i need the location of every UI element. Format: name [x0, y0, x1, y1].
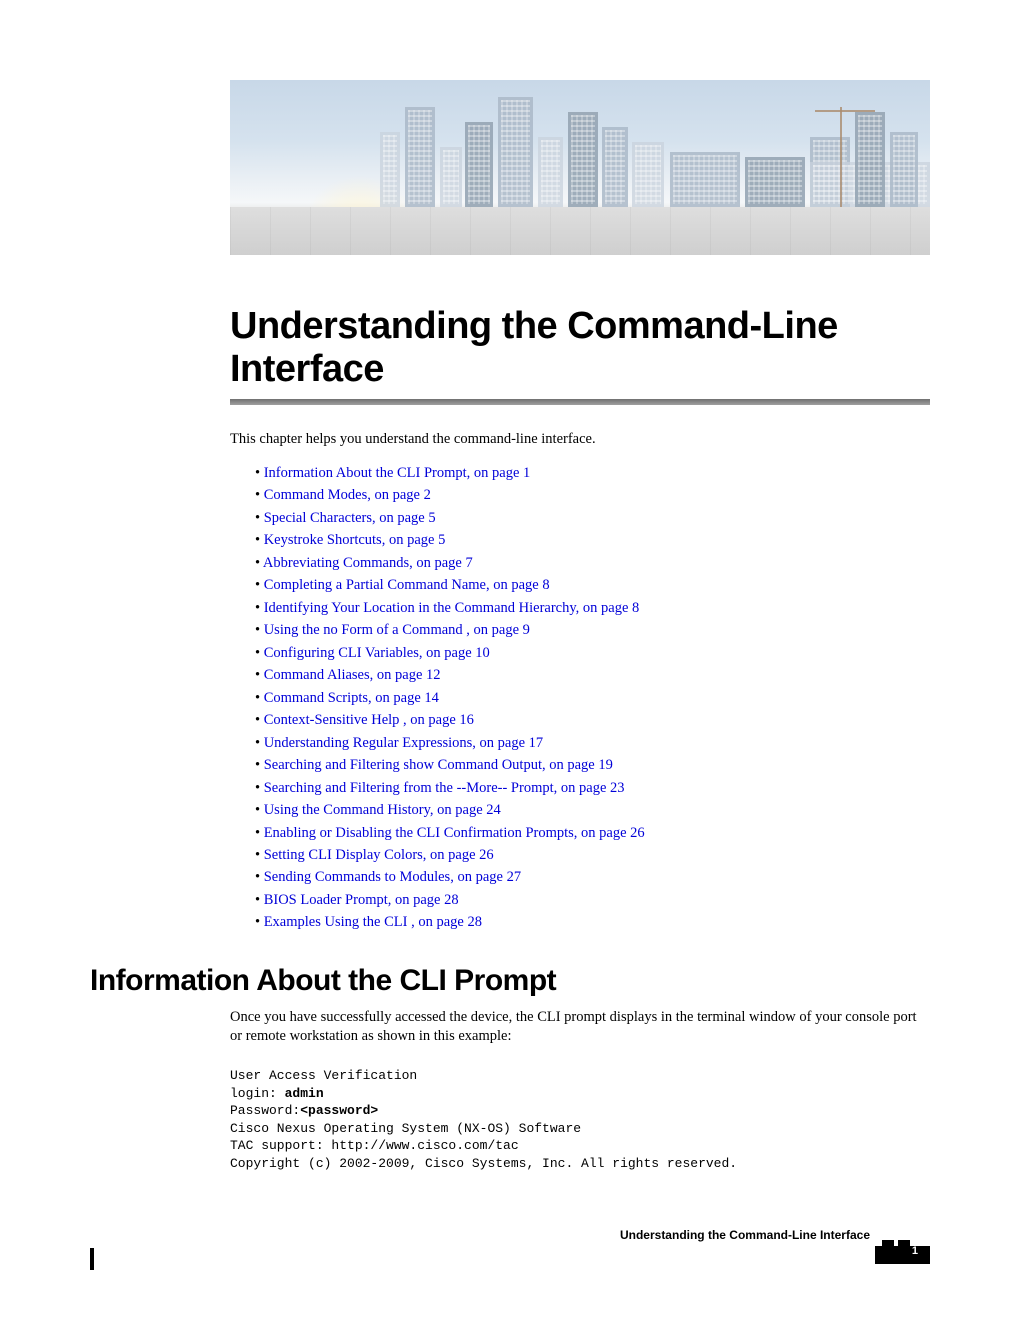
toc-link[interactable]: Enabling or Disabling the CLI Confirmati…: [264, 825, 645, 841]
chapter-banner-image: [230, 80, 930, 255]
toc-link[interactable]: BIOS Loader Prompt, on page 28: [264, 892, 459, 908]
toc-item: • Searching and Filtering from the --Mor…: [255, 777, 930, 799]
toc-item: • Context-Sensitive Help , on page 16: [255, 709, 930, 731]
toc-link[interactable]: Keystroke Shortcuts, on page 5: [264, 532, 446, 548]
toc-item: • Using the no Form of a Command , on pa…: [255, 619, 930, 641]
toc-item: • Command Aliases, on page 12: [255, 664, 930, 686]
title-divider: [230, 399, 930, 405]
chapter-title: Understanding the Command-Line Interface: [230, 305, 930, 391]
toc-link[interactable]: Searching and Filtering show Command Out…: [264, 757, 613, 773]
toc-link[interactable]: Command Scripts, on page 14: [264, 690, 439, 706]
toc-link[interactable]: Abbreviating Commands, on page 7: [263, 555, 473, 571]
toc-link[interactable]: Information About the CLI Prompt, on pag…: [264, 465, 531, 481]
toc-link[interactable]: Configuring CLI Variables, on page 10: [264, 645, 490, 661]
toc-item: • Abbreviating Commands, on page 7: [255, 552, 930, 574]
toc-link[interactable]: Identifying Your Location in the Command…: [264, 600, 640, 616]
toc-link[interactable]: Command Aliases, on page 12: [264, 667, 441, 683]
revision-bar: [90, 1248, 94, 1270]
toc-link[interactable]: Command Modes, on page 2: [264, 487, 431, 503]
toc-item: • Keystroke Shortcuts, on page 5: [255, 529, 930, 551]
toc-link[interactable]: Searching and Filtering from the --More-…: [264, 780, 625, 796]
code-example: User Access Verification login: admin Pa…: [230, 1067, 930, 1172]
toc-link[interactable]: Understanding Regular Expressions, on pa…: [264, 735, 543, 751]
chapter-intro: This chapter helps you understand the co…: [230, 431, 930, 448]
toc-item: • Sending Commands to Modules, on page 2…: [255, 866, 930, 888]
toc-item: • Understanding Regular Expressions, on …: [255, 732, 930, 754]
toc-link[interactable]: Using the Command History, on page 24: [264, 802, 501, 818]
toc-item: • Special Characters, on page 5: [255, 507, 930, 529]
page-footer: Understanding the Command-Line Interface…: [90, 1228, 930, 1268]
toc-item: • Identifying Your Location in the Comma…: [255, 597, 930, 619]
toc-link[interactable]: Completing a Partial Command Name, on pa…: [264, 577, 550, 593]
toc-link[interactable]: Using the no Form of a Command , on page…: [264, 622, 530, 638]
toc-item: • Command Scripts, on page 14: [255, 687, 930, 709]
table-of-contents: • Information About the CLI Prompt, on p…: [255, 462, 930, 934]
toc-item: • Searching and Filtering show Command O…: [255, 754, 930, 776]
toc-item: • Completing a Partial Command Name, on …: [255, 574, 930, 596]
toc-link[interactable]: Examples Using the CLI , on page 28: [264, 914, 482, 930]
toc-link[interactable]: Sending Commands to Modules, on page 27: [264, 869, 521, 885]
toc-item: • Using the Command History, on page 24: [255, 799, 930, 821]
toc-item: • Examples Using the CLI , on page 28: [255, 911, 930, 933]
toc-link[interactable]: Setting CLI Display Colors, on page 26: [264, 847, 494, 863]
section-title: Information About the CLI Prompt: [90, 964, 930, 998]
page-number: 1: [912, 1245, 918, 1257]
toc-item: • Information About the CLI Prompt, on p…: [255, 462, 930, 484]
toc-item: • BIOS Loader Prompt, on page 28: [255, 889, 930, 911]
toc-item: • Enabling or Disabling the CLI Confirma…: [255, 822, 930, 844]
footer-chapter-title: Understanding the Command-Line Interface: [90, 1228, 930, 1242]
toc-item: • Setting CLI Display Colors, on page 26: [255, 844, 930, 866]
toc-item: • Command Modes, on page 2: [255, 484, 930, 506]
toc-link[interactable]: Special Characters, on page 5: [264, 510, 436, 526]
toc-link[interactable]: Context-Sensitive Help , on page 16: [264, 712, 474, 728]
toc-item: • Configuring CLI Variables, on page 10: [255, 642, 930, 664]
section-paragraph: Once you have successfully accessed the …: [230, 1008, 930, 1047]
